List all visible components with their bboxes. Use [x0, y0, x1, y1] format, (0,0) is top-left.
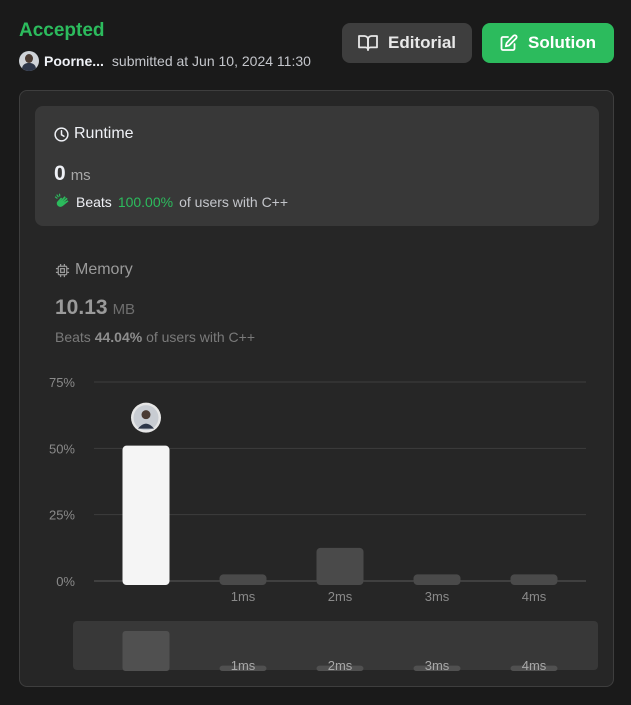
- overview-bar: [122, 631, 170, 671]
- y-tick-label: 25%: [49, 508, 75, 523]
- overview-tick-label: 1ms: [231, 658, 256, 673]
- histogram-bar[interactable]: [510, 574, 558, 585]
- overview-tick-label: 4ms: [522, 658, 547, 673]
- overview-tick-label: 3ms: [425, 658, 450, 673]
- submission-result-panel: Runtime 0 ms Beats 100.00% of users with…: [19, 90, 614, 687]
- x-tick-label: 2ms: [328, 589, 353, 604]
- submitted-at-text: submitted at Jun 10, 2024 11:30: [111, 52, 311, 69]
- histogram-bar[interactable]: [219, 574, 267, 585]
- x-tick-label: 3ms: [425, 589, 450, 604]
- histogram-bar[interactable]: [316, 547, 364, 585]
- overview-tick-label: 2ms: [328, 658, 353, 673]
- submission-info: Poorne... submitted at Jun 10, 2024 11:3…: [19, 50, 311, 71]
- x-tick-label: 1ms: [231, 589, 256, 604]
- histogram-bar[interactable]: [122, 445, 170, 585]
- histogram-bar[interactable]: [413, 574, 461, 585]
- solution-button[interactable]: Solution: [482, 23, 614, 63]
- solution-label: Solution: [528, 33, 596, 52]
- avatar-head: [141, 410, 151, 420]
- x-tick-label: 4ms: [522, 589, 547, 604]
- username-link[interactable]: Poorne...: [44, 53, 104, 69]
- user-avatar[interactable]: [19, 50, 39, 71]
- y-tick-label: 75%: [49, 375, 75, 390]
- edit-icon: [500, 34, 518, 51]
- book-icon: [358, 35, 378, 51]
- editorial-button[interactable]: Editorial: [342, 23, 472, 63]
- editorial-label: Editorial: [387, 33, 456, 52]
- y-tick-label: 0%: [56, 574, 75, 589]
- status-accepted: Accepted: [19, 20, 105, 41]
- y-tick-label: 50%: [49, 441, 75, 456]
- distribution-chart[interactable]: 0% 25% 50% 75% 1ms 2ms 3ms 4ms 1ms 2ms 3ms 4ms: [20, 91, 614, 687]
